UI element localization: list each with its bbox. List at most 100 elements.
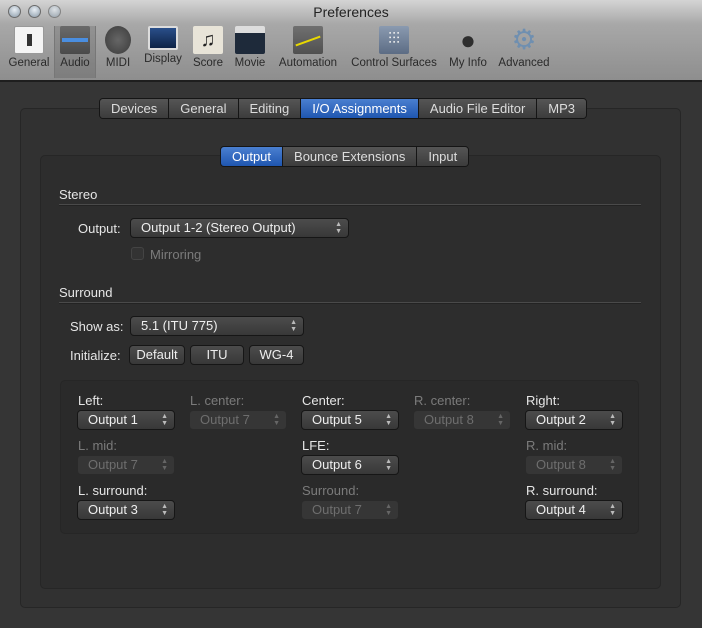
left-output-popup[interactable]: Output 1 ▲ ▼ xyxy=(77,410,175,430)
init-itu-button[interactable]: ITU xyxy=(190,345,244,365)
lfe-label: LFE: xyxy=(302,438,330,453)
init-wg4-button[interactable]: WG-4 xyxy=(249,345,304,365)
toolbar-general[interactable]: General xyxy=(6,26,52,78)
stereo-heading: Stereo xyxy=(59,187,98,202)
io-subtabs: Output Bounce Extensions Input xyxy=(220,146,470,167)
toolbar-label: Movie xyxy=(234,57,266,69)
gear-icon: ⚙ xyxy=(511,24,537,55)
toolbar-label: MIDI xyxy=(105,57,131,69)
initialize-label: Initialize: xyxy=(70,348,121,363)
updown-arrows-icon: ▲ ▼ xyxy=(385,413,392,427)
toolbar-label: General xyxy=(8,57,50,69)
tab-mp3[interactable]: MP3 xyxy=(537,99,587,118)
updown-arrows-icon: ▲ ▼ xyxy=(609,503,616,517)
toolbar-my-info[interactable]: ● My Info xyxy=(446,26,490,78)
popup-value: Output 2 xyxy=(536,412,586,427)
divider xyxy=(59,204,641,206)
automation-curve-icon xyxy=(293,26,323,54)
l-mid-label: L. mid: xyxy=(78,438,118,453)
toolbar-automation[interactable]: Automation xyxy=(274,26,342,78)
l-surround-output-popup[interactable]: Output 3 ▲ ▼ xyxy=(77,500,175,520)
center-output-popup[interactable]: Output 5 ▲ ▼ xyxy=(301,410,399,430)
mirroring-label: Mirroring xyxy=(150,247,202,262)
r-mid-output-popup: Output 8 ▲ ▼ xyxy=(525,455,623,475)
updown-arrows-icon: ▲ ▼ xyxy=(385,503,392,517)
preferences-tabs: Devices General Editing I/O Assignments … xyxy=(99,98,588,119)
lfe-output-popup[interactable]: Output 6 ▲ ▼ xyxy=(301,455,399,475)
popup-value: Output 1-2 (Stereo Output) xyxy=(141,220,296,235)
popup-value: Output 6 xyxy=(312,457,362,472)
subtab-input[interactable]: Input xyxy=(417,147,469,166)
music-notes-icon: ♫ xyxy=(193,26,223,54)
updown-arrows-icon: ▲ ▼ xyxy=(161,458,168,472)
init-default-button[interactable]: Default xyxy=(129,345,185,365)
right-label: Right: xyxy=(526,393,560,408)
mirroring-checkbox[interactable] xyxy=(131,247,144,260)
toolbar-label: Score xyxy=(192,57,224,69)
left-label: Left: xyxy=(78,393,104,408)
updown-arrows-icon: ▲ ▼ xyxy=(385,458,392,472)
popup-value: Output 5 xyxy=(312,412,362,427)
r-surround-label: R. surround: xyxy=(526,483,598,498)
toolbar-advanced[interactable]: ⚙ Advanced xyxy=(496,26,552,78)
surround-label: Surround: xyxy=(302,483,360,498)
show-as-popup[interactable]: 5.1 (ITU 775) ▲ ▼ xyxy=(130,316,304,336)
faders-icon: ⫶⫶⫶ xyxy=(379,26,409,54)
toolbar-control-surfaces[interactable]: ⫶⫶⫶ Control Surfaces xyxy=(348,26,440,78)
waveform-icon xyxy=(60,26,90,54)
toolbar-label: Control Surfaces xyxy=(351,57,437,69)
midi-connector-icon xyxy=(105,26,131,54)
switch-icon xyxy=(14,26,44,54)
l-center-label: L. center: xyxy=(190,393,245,408)
popup-value: Output 3 xyxy=(88,502,138,517)
popup-value: Output 1 xyxy=(88,412,138,427)
popup-value: Output 8 xyxy=(536,457,586,472)
subtab-bounce-extensions[interactable]: Bounce Extensions xyxy=(283,147,418,166)
tab-devices[interactable]: Devices xyxy=(100,99,170,118)
toolbar-label: Advanced xyxy=(498,57,550,69)
tab-general[interactable]: General xyxy=(169,99,239,118)
popup-value: 5.1 (ITU 775) xyxy=(141,318,218,333)
divider xyxy=(59,302,641,304)
r-mid-label: R. mid: xyxy=(526,438,568,453)
l-surround-label: L. surround: xyxy=(78,483,148,498)
center-label: Center: xyxy=(302,393,345,408)
toolbar-audio[interactable]: Audio xyxy=(54,26,96,78)
popup-value: Output 4 xyxy=(536,502,586,517)
toolbar-score[interactable]: ♫ Score xyxy=(190,26,226,78)
popup-value: Output 7 xyxy=(88,457,138,472)
right-output-popup[interactable]: Output 2 ▲ ▼ xyxy=(525,410,623,430)
updown-arrows-icon: ▲ ▼ xyxy=(290,319,297,333)
updown-arrows-icon: ▲ ▼ xyxy=(497,413,504,427)
l-mid-output-popup: Output 7 ▲ ▼ xyxy=(77,455,175,475)
stereo-output-popup[interactable]: Output 1-2 (Stereo Output) ▲ ▼ xyxy=(130,218,349,238)
updown-arrows-icon: ▲ ▼ xyxy=(161,503,168,517)
r-surround-output-popup[interactable]: Output 4 ▲ ▼ xyxy=(525,500,623,520)
tab-audio-file-editor[interactable]: Audio File Editor xyxy=(418,99,538,118)
r-center-output-popup: Output 8 ▲ ▼ xyxy=(413,410,511,430)
updown-arrows-icon: ▲ ▼ xyxy=(609,413,616,427)
updown-arrows-icon: ▲ ▼ xyxy=(609,458,616,472)
toolbar-display[interactable]: Display xyxy=(140,26,186,78)
clapperboard-icon xyxy=(235,26,265,54)
toolbar-label: Automation xyxy=(278,57,338,69)
tab-editing[interactable]: Editing xyxy=(238,99,302,118)
toolbar-label: My Info xyxy=(449,57,487,69)
surround-output-popup: Output 7 ▲ ▼ xyxy=(301,500,399,520)
person-icon: ● xyxy=(460,25,476,55)
updown-arrows-icon: ▲ ▼ xyxy=(335,221,342,235)
window-title: Preferences xyxy=(313,4,389,20)
l-center-output-popup: Output 7 ▲ ▼ xyxy=(189,410,287,430)
subtab-output[interactable]: Output xyxy=(221,147,284,166)
monitor-icon xyxy=(148,26,178,50)
toolbar-movie[interactable]: Movie xyxy=(230,26,270,78)
surround-heading: Surround xyxy=(59,285,113,300)
tab-io-assignments[interactable]: I/O Assignments xyxy=(301,99,419,118)
toolbar-midi[interactable]: MIDI xyxy=(100,26,136,78)
toolbar-label: Audio xyxy=(60,57,90,69)
popup-value: Output 8 xyxy=(424,412,474,427)
title-toolbar: Preferences General Audio MIDI Display ♫… xyxy=(0,0,702,82)
toolbar-label: Display xyxy=(144,53,182,65)
show-as-label: Show as: xyxy=(70,319,124,334)
updown-arrows-icon: ▲ ▼ xyxy=(161,413,168,427)
